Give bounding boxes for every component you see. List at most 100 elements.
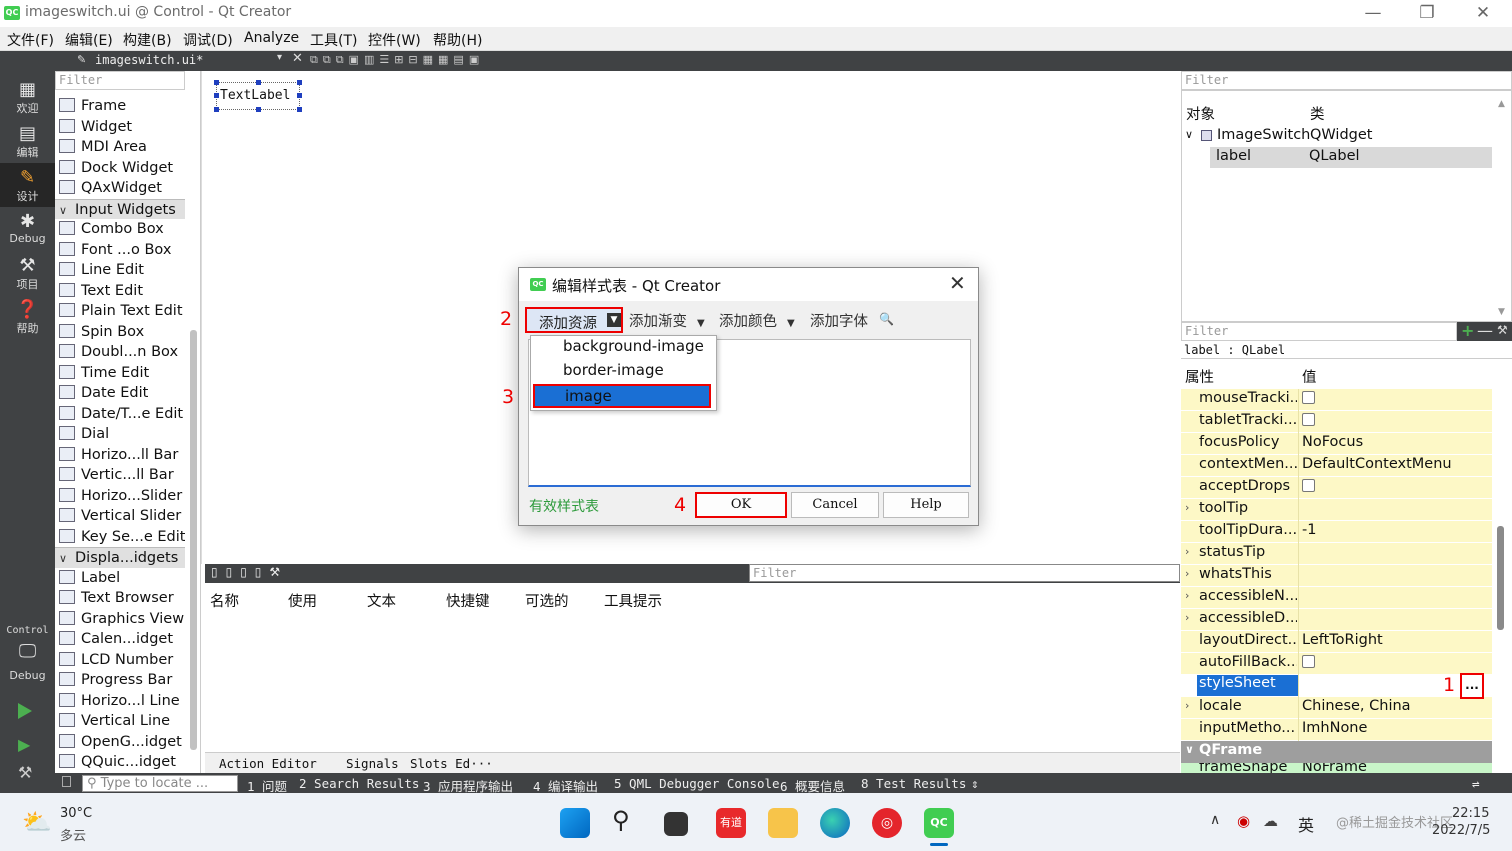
tab-signals[interactable]: Signals (346, 756, 399, 771)
resize-handle[interactable] (297, 107, 302, 112)
widget-box-item[interactable]: Horizo...ll Bar (55, 445, 185, 466)
chevron-down-icon[interactable]: ▼ (607, 313, 621, 327)
property-row[interactable]: › accessibleD... (1181, 609, 1492, 631)
stylesheet-edit-button[interactable]: ... (1460, 673, 1484, 699)
resize-handle[interactable] (214, 80, 219, 85)
widget-box-item[interactable]: Vertical Line (55, 711, 185, 732)
widget-category[interactable]: ∨ Displa...idgets (55, 547, 185, 568)
widget-box-item[interactable]: Line Edit (55, 260, 185, 281)
edge-browser-icon[interactable] (820, 808, 850, 838)
resize-handle[interactable] (297, 93, 302, 98)
tree-row-selected[interactable]: label QLabel (1210, 147, 1492, 168)
tab-test-results[interactable]: 8 Test Results (861, 776, 966, 791)
mode-help[interactable]: ❓ 帮助 (0, 295, 55, 339)
weather-temperature[interactable]: 30°C (60, 806, 92, 821)
property-value[interactable] (1302, 478, 1315, 494)
widget-box-item[interactable]: LCD Number (55, 650, 185, 671)
widget-box-item[interactable]: Date Edit (55, 383, 185, 404)
widget-box-item[interactable]: Combo Box (55, 219, 185, 240)
widget-box-item[interactable]: Frame (55, 96, 185, 117)
chevron-right-icon[interactable]: › (1185, 567, 1189, 580)
property-filter-input[interactable]: Filter (1181, 322, 1457, 341)
weather-description[interactable]: 多云 (60, 825, 86, 844)
menu-item-border-image[interactable]: border-image (533, 359, 711, 383)
monitor-icon[interactable]: 🖵 (0, 641, 55, 662)
configure-icon[interactable]: ⚒ (1497, 323, 1508, 337)
ime-indicator[interactable]: 英 (1298, 812, 1314, 836)
header-class[interactable]: 类 (1310, 103, 1325, 124)
widget-box-item[interactable]: Spin Box (55, 322, 185, 343)
scroll-up-icon[interactable]: ▲ (1498, 99, 1505, 109)
tab-action-editor[interactable]: Action Editor (219, 756, 317, 771)
help-button[interactable]: Help (883, 492, 969, 518)
property-checkbox[interactable] (1302, 391, 1315, 404)
widget-box-item[interactable]: Progress Bar (55, 670, 185, 691)
widget-box-item[interactable]: Horizo...Slider (55, 486, 185, 507)
widget-box-item[interactable]: Dial (55, 424, 185, 445)
mode-welcome[interactable]: ▦ 欢迎 (0, 75, 55, 119)
property-row[interactable]: tabletTracki... (1181, 411, 1492, 433)
debug-run-icon[interactable]: ▶ (18, 735, 30, 754)
add-resource-button[interactable]: 添加资源 ▼ (525, 307, 623, 333)
widget-box-item[interactable]: OpenG...idget (55, 732, 185, 753)
tray-overflow-icon[interactable]: ∧ (1210, 812, 1220, 828)
menu-help[interactable]: 帮助(H) (433, 30, 482, 50)
property-row[interactable]: inputMetho... ImhNone (1181, 719, 1492, 741)
close-tab-icon[interactable]: ✕ (292, 51, 303, 66)
widget-box-item[interactable]: Widget (55, 117, 185, 138)
column-name[interactable]: 名称 (210, 590, 239, 611)
sidebar-toggle-icon[interactable] (62, 776, 71, 787)
property-row[interactable]: › whatsThis (1181, 565, 1492, 587)
minimize-button[interactable]: — (1350, 2, 1396, 24)
property-value[interactable]: NoFocus (1302, 434, 1363, 450)
chevron-down-icon[interactable]: ∨ (1185, 743, 1194, 756)
clock-time[interactable]: 22:15 (1452, 806, 1489, 821)
property-row[interactable]: › toolTip (1181, 499, 1492, 521)
property-checkbox[interactable] (1302, 413, 1315, 426)
action-toolbar-icons[interactable]: ▯▯▯▯⚒ (211, 565, 288, 579)
mode-debug[interactable]: ✱ Debug (0, 207, 55, 251)
property-checkbox[interactable] (1302, 655, 1315, 668)
restore-button[interactable]: ❐ (1404, 2, 1450, 24)
widget-filter-input[interactable]: Filter (55, 71, 185, 90)
resize-handle[interactable] (256, 107, 261, 112)
add-color-button[interactable]: 添加颜色 ▼ (719, 310, 795, 331)
property-scrollbar[interactable] (1497, 526, 1504, 630)
chevron-down-icon[interactable]: ∨ (1185, 128, 1193, 141)
menu-build[interactable]: 构建(B) (123, 30, 172, 50)
property-row[interactable]: mouseTracki... (1181, 389, 1492, 411)
run-icon[interactable] (18, 703, 32, 719)
widget-category[interactable]: ∨ Input Widgets (55, 198, 185, 219)
property-row-partial[interactable]: frameShape NoFrame (1181, 763, 1492, 773)
property-row[interactable]: contextMen... DefaultContextMenu (1181, 455, 1492, 477)
tray-app-icon[interactable]: ◉ (1237, 812, 1250, 830)
youdao-icon[interactable]: 有道 (716, 808, 746, 838)
resize-handle[interactable] (214, 93, 219, 98)
search-taskbar-icon[interactable]: ⚲ (612, 806, 630, 834)
property-row[interactable]: › statusTip (1181, 543, 1492, 565)
remove-property-icon[interactable]: — (1477, 321, 1493, 340)
file-explorer-icon[interactable] (768, 808, 798, 838)
property-value[interactable]: DefaultContextMenu (1302, 456, 1452, 472)
text-label-widget[interactable]: TextLabel (216, 82, 300, 110)
layout-toolbar-icons[interactable]: ⧉⧉⧉▣▥☰⊞⊟▦▦▤▣ (310, 53, 484, 67)
property-row[interactable]: focusPolicy NoFocus (1181, 433, 1492, 455)
netease-music-icon[interactable]: ◎ (872, 808, 902, 838)
cancel-button[interactable]: Cancel (791, 492, 879, 518)
property-row[interactable]: acceptDrops (1181, 477, 1492, 499)
action-filter-input[interactable]: Filter (749, 564, 1180, 582)
close-window-button[interactable]: ✕ (1460, 2, 1506, 24)
widget-box-item[interactable]: Calen...idget (55, 629, 185, 650)
widget-box-item[interactable]: Label (55, 568, 185, 589)
more-tabs-icon[interactable]: ⇕ (971, 776, 979, 791)
ok-button[interactable]: OK (695, 492, 787, 518)
property-value[interactable]: Chinese, China (1302, 698, 1411, 714)
add-gradient-button[interactable]: 添加渐变 ▼ (629, 310, 705, 331)
resize-handle[interactable] (297, 80, 302, 85)
font-icon[interactable]: 🔍 (879, 312, 894, 326)
tab-slots[interactable]: Slots Ed··· (410, 756, 493, 771)
chevron-right-icon[interactable]: › (1185, 699, 1189, 712)
header-value[interactable]: 值 (1302, 366, 1317, 387)
property-value[interactable] (1302, 654, 1315, 670)
resize-handle[interactable] (256, 80, 261, 85)
